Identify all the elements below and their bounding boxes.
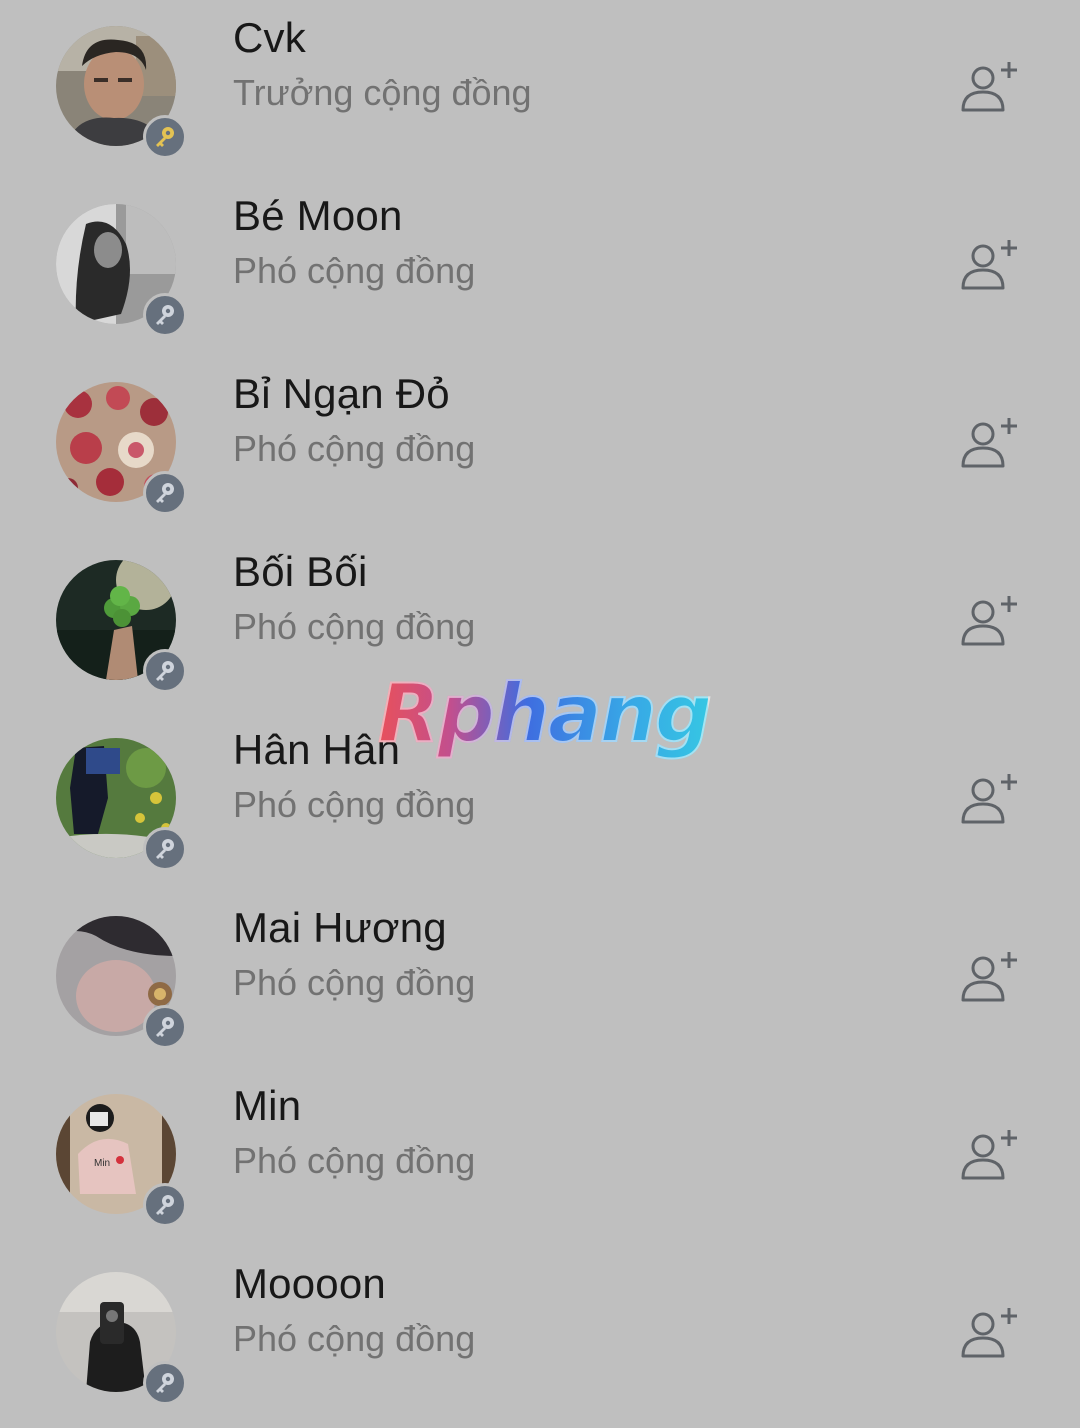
- key-icon: [156, 839, 174, 859]
- add-friend-button[interactable]: [956, 592, 1022, 652]
- avatar[interactable]: [56, 738, 187, 871]
- add-friend-icon: [961, 1308, 1017, 1358]
- add-friend-icon: [961, 774, 1017, 824]
- add-friend-icon: [961, 418, 1017, 468]
- add-friend-button[interactable]: [956, 948, 1022, 1008]
- list-item[interactable]: Cvk Trưởng cộng đồng: [0, 0, 1080, 178]
- member-role: Phó cộng đồng: [233, 1318, 476, 1359]
- list-item[interactable]: Min Min Phó cộng đồng: [0, 1068, 1080, 1246]
- avatar[interactable]: [56, 1272, 187, 1405]
- avatar[interactable]: [56, 560, 187, 693]
- add-friend-button[interactable]: [956, 770, 1022, 830]
- avatar[interactable]: [56, 204, 187, 337]
- list-item[interactable]: Hân Hân Phó cộng đồng: [0, 712, 1080, 890]
- key-icon: [156, 127, 174, 147]
- avatar[interactable]: [56, 916, 187, 1049]
- avatar[interactable]: [56, 382, 187, 515]
- member-role: Phó cộng đồng: [233, 962, 476, 1003]
- member-role: Phó cộng đồng: [233, 428, 476, 469]
- add-friend-button[interactable]: [956, 1304, 1022, 1364]
- add-friend-button[interactable]: [956, 236, 1022, 296]
- member-list: Cvk Trưởng cộng đồng Bé Moon Phó cộng đồ…: [0, 0, 1080, 1428]
- avatar[interactable]: [56, 26, 187, 159]
- list-item[interactable]: Bối Bối Phó cộng đồng: [0, 534, 1080, 712]
- avatar-caption: Min: [94, 1158, 110, 1169]
- member-name: Min: [233, 1082, 302, 1129]
- member-name: Bé Moon: [233, 192, 403, 239]
- key-badge: [143, 471, 187, 515]
- add-friend-icon: [961, 1130, 1017, 1180]
- add-friend-button[interactable]: [956, 58, 1022, 118]
- member-name: Mai Hương: [233, 904, 447, 951]
- member-role: Phó cộng đồng: [233, 784, 476, 825]
- key-badge: [143, 1183, 187, 1227]
- member-name: Cvk: [233, 14, 306, 61]
- member-role: Phó cộng đồng: [233, 606, 476, 647]
- key-badge: [143, 649, 187, 693]
- key-icon: [156, 1373, 174, 1393]
- key-badge: [143, 293, 187, 337]
- member-name: Bối Bối: [233, 548, 368, 595]
- member-role: Phó cộng đồng: [233, 1140, 476, 1181]
- add-friend-button[interactable]: [956, 414, 1022, 474]
- member-role: Phó cộng đồng: [233, 250, 476, 291]
- member-name: Bỉ Ngạn Đỏ: [233, 370, 450, 417]
- add-friend-icon: [961, 952, 1017, 1002]
- add-friend-icon: [961, 596, 1017, 646]
- list-item[interactable]: Mai Hương Phó cộng đồng: [0, 890, 1080, 1068]
- list-item[interactable]: Moooon Phó cộng đồng: [0, 1246, 1080, 1424]
- key-icon: [156, 1195, 174, 1215]
- member-name: Hân Hân: [233, 726, 401, 773]
- avatar[interactable]: Min: [56, 1094, 187, 1227]
- add-friend-button[interactable]: [956, 1126, 1022, 1186]
- key-badge: [143, 1361, 187, 1405]
- add-friend-icon: [961, 240, 1017, 290]
- key-badge: [143, 1005, 187, 1049]
- member-role: Trưởng cộng đồng: [233, 72, 532, 113]
- key-icon: [156, 1017, 174, 1037]
- key-icon: [156, 305, 174, 325]
- key-icon: [156, 661, 174, 681]
- list-item[interactable]: Bỉ Ngạn Đỏ Phó cộng đồng: [0, 356, 1080, 534]
- key-badge: [143, 115, 187, 159]
- add-friend-icon: [961, 62, 1017, 112]
- key-icon: [156, 483, 174, 503]
- member-name: Moooon: [233, 1260, 386, 1307]
- key-badge: [143, 827, 187, 871]
- list-item[interactable]: Bé Moon Phó cộng đồng: [0, 178, 1080, 356]
